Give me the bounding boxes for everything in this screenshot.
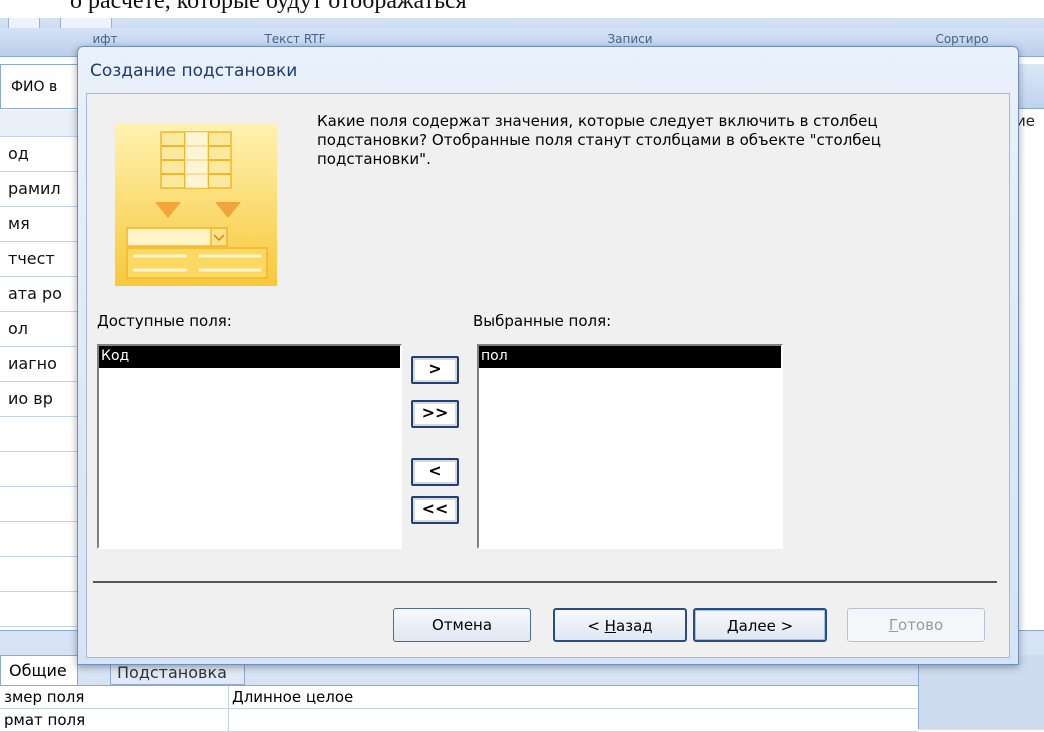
cancel-button[interactable]: Отмена bbox=[393, 608, 531, 642]
selected-fields-list[interactable]: пол bbox=[477, 344, 783, 549]
field-row[interactable] bbox=[0, 522, 80, 557]
field-row[interactable]: рамил bbox=[0, 172, 80, 207]
back-button[interactable]: < Назад bbox=[553, 608, 687, 642]
property-help-panel bbox=[918, 655, 1044, 729]
field-row[interactable]: тчест bbox=[0, 242, 80, 277]
available-fields-label: Доступные поля: bbox=[97, 312, 232, 330]
next-button[interactable]: Далее > bbox=[693, 608, 827, 642]
selected-fields-label: Выбранные поля: bbox=[473, 312, 612, 330]
add-all-fields-button[interactable]: >> bbox=[411, 400, 459, 428]
field-grid-right-edge bbox=[1016, 138, 1044, 608]
list-item[interactable]: Код bbox=[99, 346, 400, 368]
field-row[interactable]: иагно bbox=[0, 347, 80, 382]
field-row[interactable] bbox=[0, 557, 80, 592]
field-grid: од рамил мя тчест ата ро ол иагно ио вр bbox=[0, 110, 80, 627]
instruction-text: Какие поля содержат значения, которые сл… bbox=[317, 112, 881, 168]
dialog-body: Какие поля содержат значения, которые сл… bbox=[86, 93, 1010, 658]
property-name: рмат поля bbox=[4, 711, 86, 729]
grid-column-header: ие bbox=[1016, 112, 1035, 130]
field-row[interactable] bbox=[0, 487, 80, 522]
document-text-fragment: о расчете, которые будут отображаться bbox=[0, 0, 1044, 18]
remove-field-button[interactable]: < bbox=[411, 458, 459, 486]
add-field-button[interactable]: > bbox=[411, 356, 459, 384]
property-name: змер поля bbox=[4, 688, 85, 706]
available-fields-list[interactable]: Код bbox=[97, 344, 402, 549]
lookup-wizard-illustration-icon bbox=[115, 124, 277, 286]
field-row[interactable]: мя bbox=[0, 207, 80, 242]
table-tab[interactable]: ФИО в bbox=[0, 64, 80, 108]
field-grid-header bbox=[0, 110, 80, 137]
field-row[interactable] bbox=[0, 452, 80, 487]
field-row[interactable]: ата ро bbox=[0, 277, 80, 312]
divider bbox=[93, 581, 997, 583]
list-item[interactable]: пол bbox=[479, 346, 781, 368]
field-row[interactable]: од bbox=[0, 137, 80, 172]
property-row[interactable]: змер поля Длинное целое bbox=[0, 686, 918, 709]
field-row[interactable]: ио вр bbox=[0, 382, 80, 417]
lookup-wizard-dialog: Создание подстановки Какие поля содержат… bbox=[77, 46, 1019, 665]
properties-table: змер поля Длинное целое рмат поля bbox=[0, 685, 918, 732]
remove-all-fields-button[interactable]: << bbox=[411, 496, 459, 524]
field-row[interactable] bbox=[0, 417, 80, 452]
tab-general[interactable]: Общие bbox=[0, 655, 78, 685]
property-value: Длинное целое bbox=[232, 688, 354, 706]
field-row[interactable] bbox=[0, 592, 80, 627]
finish-button[interactable]: Готово bbox=[847, 608, 985, 642]
dialog-title: Создание подстановки bbox=[90, 61, 298, 81]
field-row[interactable]: ол bbox=[0, 312, 80, 347]
